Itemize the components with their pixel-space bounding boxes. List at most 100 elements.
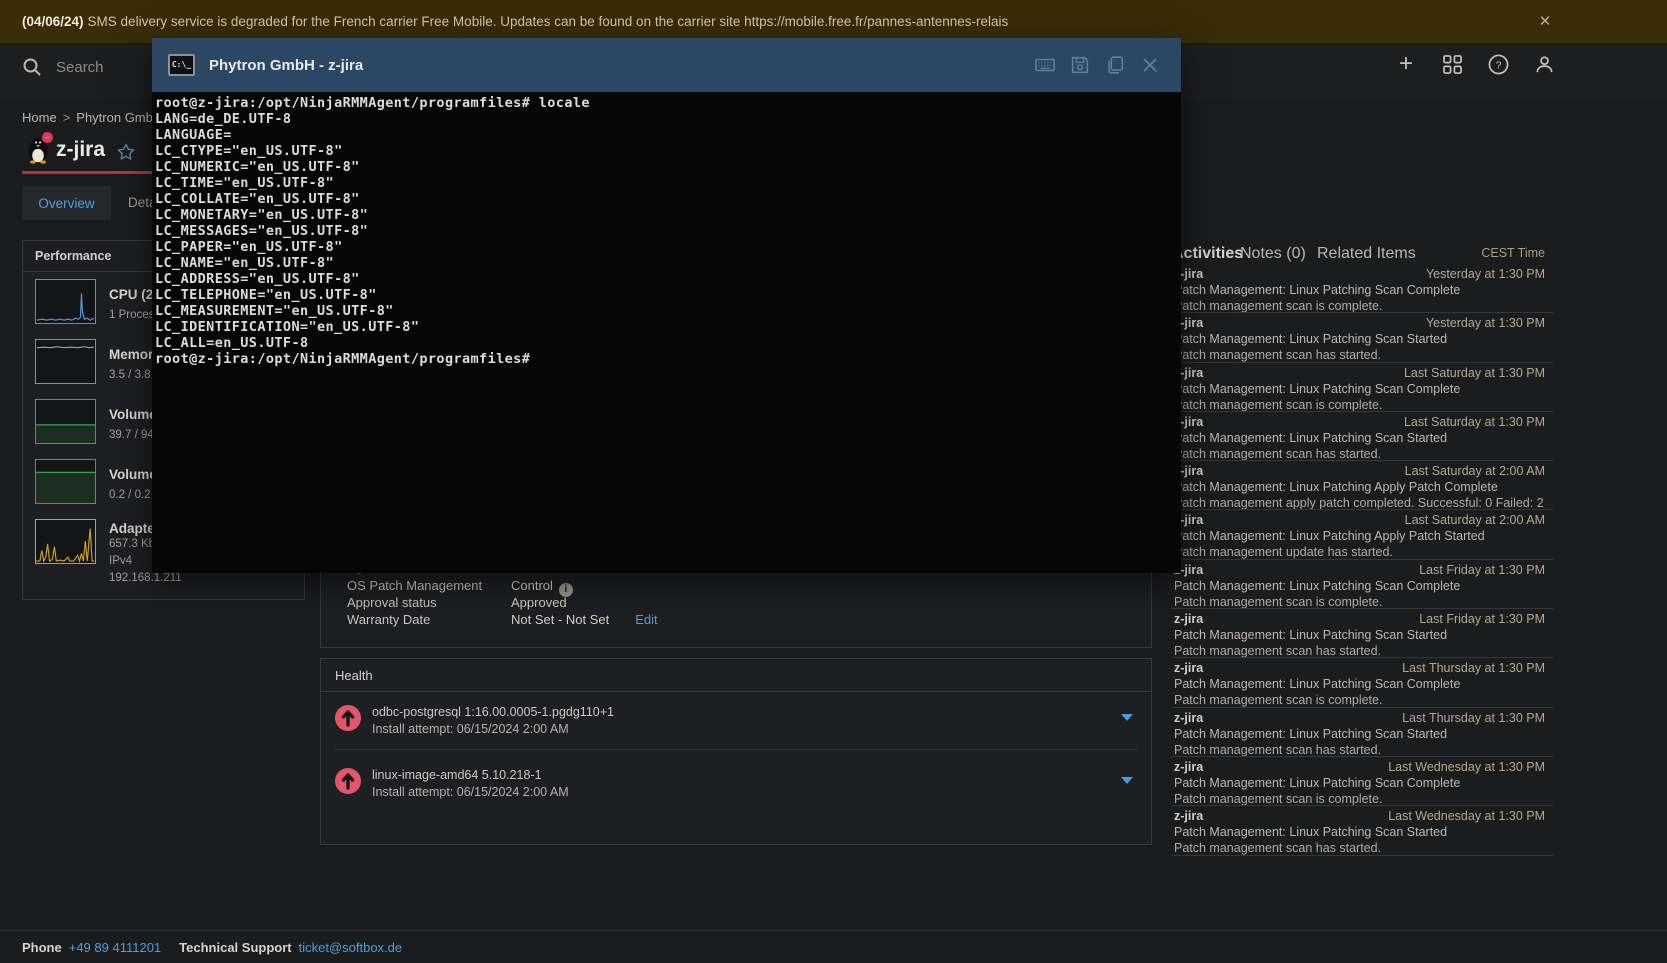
activity-title: Patch Management: Linux Patching Scan St…: [1174, 628, 1447, 642]
health-item-linux-image[interactable]: linux-image-amd64 5.10.218-1 Install att…: [321, 767, 1151, 829]
edit-warranty-link[interactable]: Edit: [635, 612, 657, 627]
activity-timestamp: Last Wednesday at 1:30 PM: [1388, 760, 1545, 774]
adapter-ip-version: IPv4: [109, 555, 132, 567]
detail-label: Approval status: [347, 595, 511, 610]
health-item-detail: Install attempt: 06/15/2024 2:00 AM: [372, 722, 569, 736]
support-label: Technical Support: [179, 940, 291, 955]
phone-label: Phone: [22, 940, 62, 955]
activity-timestamp: Last Saturday at 1:30 PM: [1404, 366, 1545, 380]
banner-close-icon[interactable]: ✕: [1535, 12, 1555, 32]
phone-link[interactable]: +49 89 4111201: [69, 940, 161, 955]
activity-head: z-jira Last Saturday at 2:00 AM: [1174, 464, 1545, 479]
activity-device-name[interactable]: z-jira: [1174, 711, 1203, 725]
activity-device-name[interactable]: z-jira: [1174, 760, 1203, 774]
virtual-keyboard-icon[interactable]: [1034, 54, 1056, 76]
terminal-icon: C:\_: [168, 54, 195, 76]
detail-value: Approved: [511, 595, 567, 610]
activity-title: Patch Management: Linux Patching Apply P…: [1174, 529, 1485, 543]
tab-related-items[interactable]: Related Items: [1317, 245, 1416, 263]
banner-text: (04/06/24)SMS delivery service is degrad…: [22, 14, 1008, 29]
activity-entry: z-jira Last Thursday at 1:30 PM Patch Ma…: [1172, 658, 1553, 707]
activity-title: Patch Management: Linux Patching Scan St…: [1174, 332, 1447, 346]
breadcrumb-org[interactable]: Phytron GmbH: [76, 110, 162, 125]
activity-title: Patch Management: Linux Patching Scan St…: [1174, 727, 1447, 741]
copy-icon[interactable]: [1104, 54, 1126, 76]
cpu-sparkline-chart: [35, 279, 96, 324]
volume2-sparkline-chart: [35, 459, 96, 504]
activity-title: Patch Management: Linux Patching Scan Co…: [1174, 283, 1460, 297]
tab-notes[interactable]: Notes (0): [1240, 245, 1306, 263]
tab-activities[interactable]: Activities: [1172, 245, 1243, 263]
activity-entry: z-jira Last Thursday at 1:30 PM Patch Ma…: [1172, 708, 1553, 757]
activity-head: z-jira Last Wednesday at 1:30 PM: [1174, 809, 1545, 824]
activity-entry: z-jira Last Friday at 1:30 PM Patch Mana…: [1172, 560, 1553, 609]
save-icon[interactable]: [1069, 54, 1091, 76]
activity-timestamp: Last Friday at 1:30 PM: [1419, 563, 1545, 577]
health-item-detail: Install attempt: 06/15/2024 2:00 AM: [372, 785, 569, 799]
activity-timestamp: Last Wednesday at 1:30 PM: [1388, 809, 1545, 823]
health-panel: Health odbc-postgresql 1:16.00.0005-1.pg…: [320, 658, 1152, 845]
activity-head: z-jira Yesterday at 1:30 PM: [1174, 267, 1545, 282]
health-item-name: odbc-postgresql 1:16.00.0005-1.pgdg110+1: [372, 705, 614, 719]
volume1-label: Volume: [109, 407, 157, 422]
activity-head: z-jira Last Saturday at 1:30 PM: [1174, 415, 1545, 430]
activity-message: Patch management scan has started.: [1174, 447, 1381, 461]
activity-device-name[interactable]: z-jira: [1174, 661, 1203, 675]
user-profile-icon[interactable]: [1533, 53, 1555, 75]
expand-caret-icon[interactable]: [1121, 714, 1133, 721]
activity-entry: z-jira Last Saturday at 1:30 PM Patch Ma…: [1172, 412, 1553, 461]
health-title: Health: [335, 668, 373, 683]
support-email-link[interactable]: ticket@softbox.de: [299, 940, 403, 955]
update-available-icon: [334, 767, 362, 795]
activity-timestamp: Last Thursday at 1:30 PM: [1402, 711, 1545, 725]
activity-timestamp: Yesterday at 1:30 PM: [1426, 267, 1545, 281]
breadcrumb-separator: >: [63, 110, 71, 125]
activity-timestamp: Last Saturday at 2:00 AM: [1405, 464, 1545, 478]
activity-timestamp: Last Friday at 1:30 PM: [1419, 612, 1545, 626]
ninja-rmm-dashboard: (04/06/24)SMS delivery service is degrad…: [0, 0, 1667, 963]
activity-title: Patch Management: Linux Patching Apply P…: [1174, 480, 1498, 494]
apps-grid-icon[interactable]: [1441, 53, 1463, 75]
activity-message: Patch management scan has started.: [1174, 841, 1381, 855]
activity-head: z-jira Last Friday at 1:30 PM: [1174, 612, 1545, 627]
activity-title: Patch Management: Linux Patching Scan Co…: [1174, 579, 1460, 593]
expand-caret-icon[interactable]: [1121, 777, 1133, 784]
health-header: Health: [321, 659, 1151, 692]
favorite-star-icon[interactable]: [117, 143, 135, 161]
terminal-titlebar[interactable]: C:\_ Phytron GmbH - z-jira: [152, 38, 1181, 92]
health-divider: [335, 749, 1137, 750]
footer-phone: Phone +49 89 4111201: [22, 940, 161, 955]
update-available-icon: [334, 704, 362, 732]
help-icon[interactable]: ?: [1487, 53, 1509, 75]
volume1-sparkline-chart: [35, 399, 96, 444]
banner-message: SMS delivery service is degraded for the…: [88, 14, 1009, 29]
detail-value: Control: [511, 578, 553, 593]
activity-device-name[interactable]: z-jira: [1174, 612, 1203, 626]
activity-head: z-jira Last Wednesday at 1:30 PM: [1174, 760, 1545, 775]
detail-value: Not Set - Not Set: [511, 612, 609, 627]
footer-support: Technical Support ticket@softbox.de: [179, 940, 402, 955]
activity-message: Patch management scan has started.: [1174, 348, 1381, 362]
activity-timestamp: Last Saturday at 2:00 AM: [1405, 513, 1545, 527]
detail-label: Warranty Date: [347, 612, 511, 627]
tab-overview[interactable]: Overview: [22, 186, 111, 220]
activity-head: z-jira Last Friday at 1:30 PM: [1174, 563, 1545, 578]
search-input[interactable]: Search: [22, 57, 104, 77]
volume2-label: Volume: [109, 467, 157, 482]
health-item-odbc-postgresql[interactable]: odbc-postgresql 1:16.00.0005-1.pgdg110+1…: [321, 704, 1151, 766]
terminal-body[interactable]: root@z-jira:/opt/NinjaRMMAgent/programfi…: [152, 92, 1181, 573]
activity-timestamp: Last Thursday at 1:30 PM: [1402, 661, 1545, 675]
activity-message: Patch management scan has started.: [1174, 644, 1381, 658]
terminal-output: root@z-jira:/opt/NinjaRMMAgent/programfi…: [152, 92, 1181, 367]
search-icon: [22, 57, 42, 77]
activity-device-name[interactable]: z-jira: [1174, 809, 1203, 823]
detail-row-warranty-date: Warranty DateNot Set - Not Set Edit: [347, 612, 658, 627]
adapter-sparkline-chart: [35, 519, 96, 564]
footer: Phone +49 89 4111201 Technical Support tic…: [0, 930, 1667, 963]
activity-head: z-jira Last Saturday at 1:30 PM: [1174, 366, 1545, 381]
activity-title: Patch Management: Linux Patching Scan Co…: [1174, 382, 1460, 396]
add-button[interactable]: +: [1395, 53, 1417, 75]
breadcrumb-home[interactable]: Home: [22, 110, 57, 125]
close-icon[interactable]: [1139, 54, 1161, 76]
activity-list: z-jira Yesterday at 1:30 PM Patch Manage…: [1172, 264, 1553, 856]
